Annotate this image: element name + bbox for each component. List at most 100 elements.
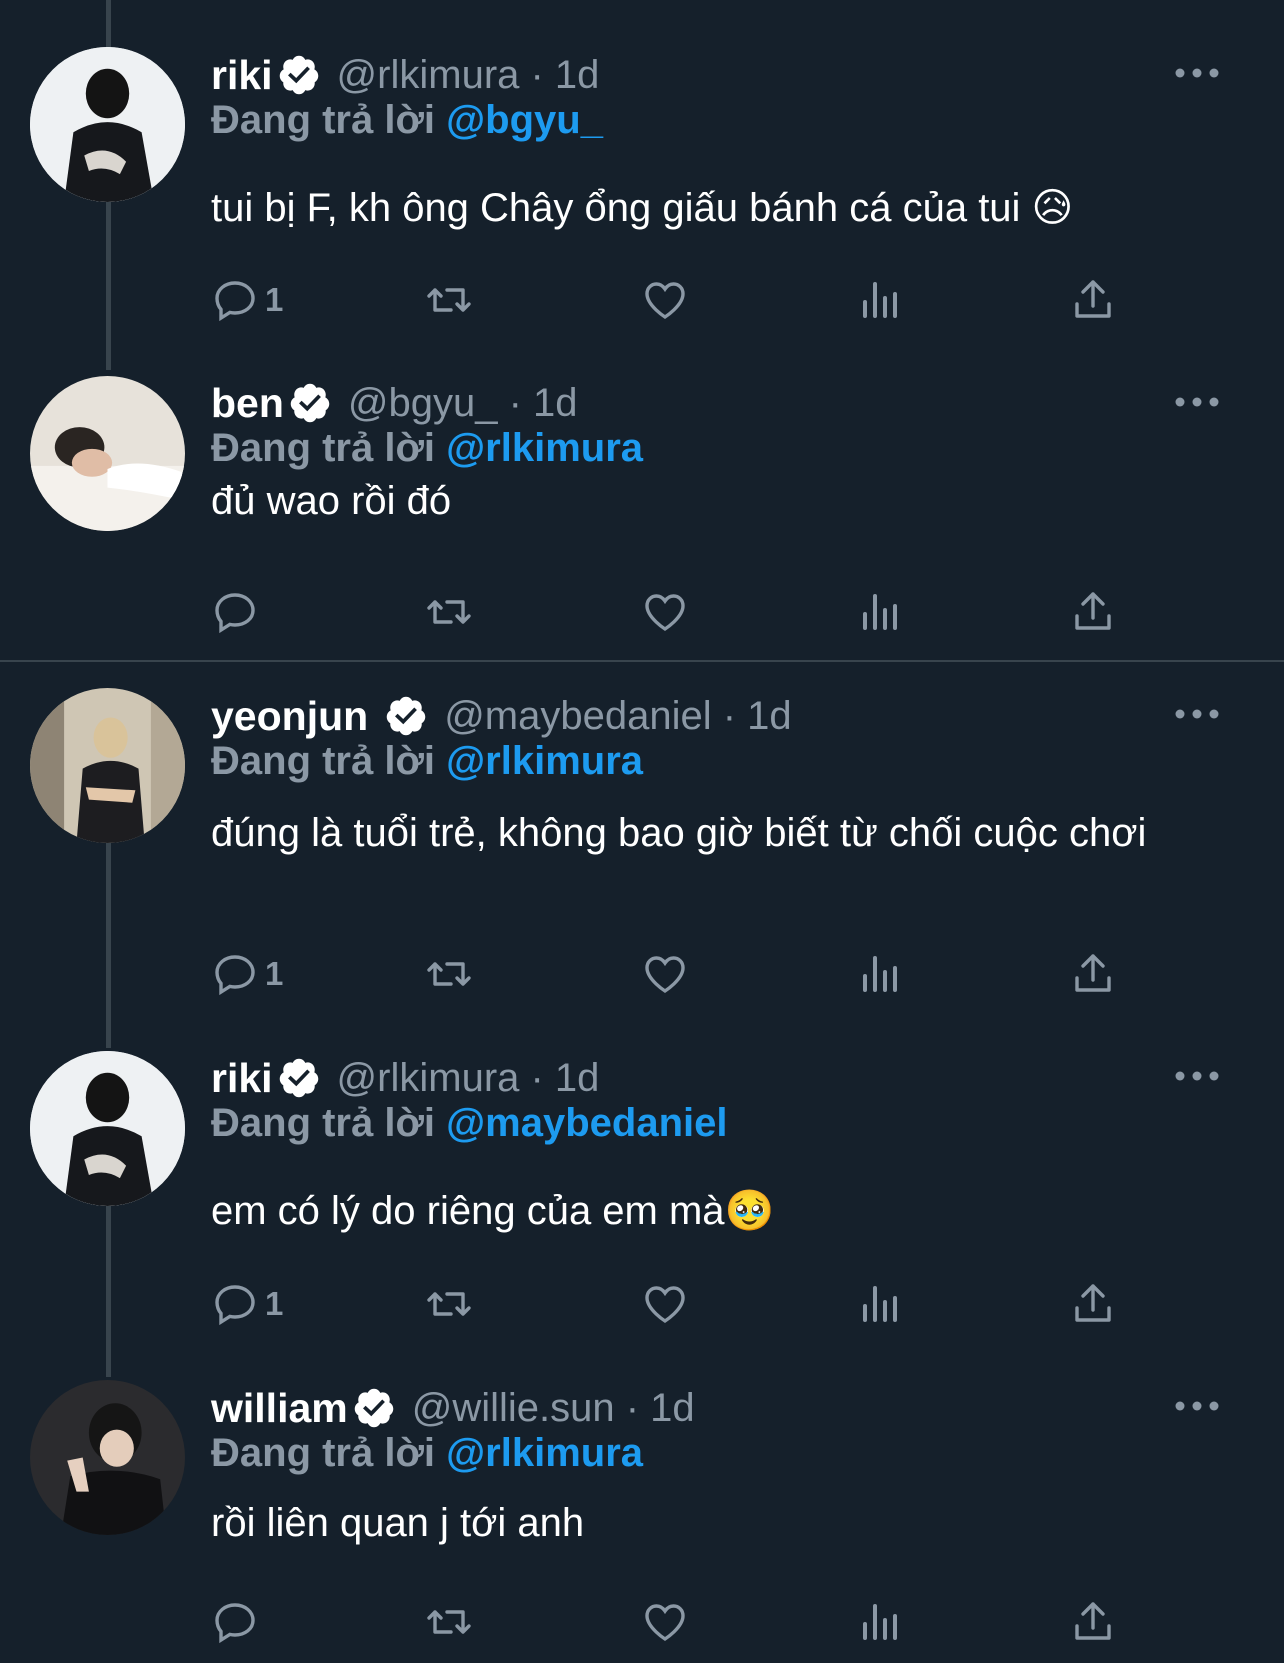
like-button[interactable] xyxy=(641,1592,689,1652)
handle-and-time[interactable]: @bgyu_ · 1d xyxy=(348,381,578,426)
analytics-button[interactable] xyxy=(855,582,903,642)
more-icon[interactable] xyxy=(1172,1066,1222,1086)
share-icon xyxy=(1075,280,1111,318)
tweet-text: em có lý do riêng của em mà🥹 xyxy=(211,1189,775,1233)
tweet[interactable]: riki @rlkimura · 1d Đang trả lời @bgyu_ … xyxy=(0,0,1284,345)
tweet-actions xyxy=(211,582,1111,642)
like-icon xyxy=(645,594,685,632)
avatar[interactable] xyxy=(30,1051,185,1206)
analytics-icon xyxy=(863,282,897,318)
share-button[interactable] xyxy=(1069,1274,1117,1334)
analytics-button[interactable] xyxy=(855,270,903,330)
reply-mention-link[interactable]: @maybedaniel xyxy=(446,1101,727,1145)
reply-icon xyxy=(215,1603,255,1644)
tweet-text: rồi liên quan j tới anh xyxy=(211,1501,585,1545)
share-icon xyxy=(1075,1284,1111,1322)
handle-and-time[interactable]: @rlkimura · 1d xyxy=(337,53,600,98)
reply-button[interactable]: 1 xyxy=(211,944,283,1004)
reply-icon xyxy=(215,955,255,996)
analytics-icon xyxy=(863,594,897,630)
display-name[interactable]: ben xyxy=(211,380,284,427)
like-icon xyxy=(645,1286,685,1324)
avatar[interactable] xyxy=(30,47,185,202)
verified-badge-icon xyxy=(290,383,330,423)
reply-prefix: Đang trả lời xyxy=(211,1101,436,1145)
like-icon xyxy=(645,282,685,320)
handle-and-time[interactable]: @rlkimura · 1d xyxy=(337,1056,600,1101)
tweet-actions: 1 xyxy=(211,1274,1111,1334)
share-icon xyxy=(1075,954,1111,992)
retweet-icon xyxy=(427,288,471,312)
retweet-button[interactable] xyxy=(425,270,473,330)
reply-button[interactable]: 1 xyxy=(211,1274,283,1334)
yeonjun-avatar-image xyxy=(30,688,185,843)
riki-avatar-image xyxy=(30,1051,185,1206)
display-name[interactable]: yeonjun xyxy=(211,693,368,740)
share-button[interactable] xyxy=(1069,582,1117,642)
display-name[interactable]: riki xyxy=(211,52,273,99)
replying-to: Đang trả lời @rlkimura xyxy=(211,739,643,784)
reply-count: 1 xyxy=(265,1285,284,1322)
more-icon[interactable] xyxy=(1172,392,1222,412)
tweet[interactable]: william @willie.sun · 1d Đang trả lời @r… xyxy=(0,1352,1284,1663)
reply-prefix: Đang trả lời xyxy=(211,739,436,783)
verified-badge-icon xyxy=(279,55,318,95)
tweet[interactable]: ben @bgyu_ · 1d Đang trả lời @rlkimura đ… xyxy=(0,330,1284,660)
reply-button[interactable] xyxy=(211,582,265,642)
replying-to: Đang trả lời @rlkimura xyxy=(211,426,643,471)
handle-and-time[interactable]: @willie.sun · 1d xyxy=(412,1386,695,1431)
more-icon[interactable] xyxy=(1172,704,1222,724)
reply-mention-link[interactable]: @bgyu_ xyxy=(446,98,603,142)
more-icon[interactable] xyxy=(1172,63,1222,83)
like-icon xyxy=(645,956,685,994)
retweet-button[interactable] xyxy=(425,1592,473,1652)
analytics-button[interactable] xyxy=(855,1274,903,1334)
reply-prefix: Đang trả lời xyxy=(211,98,436,142)
retweet-icon xyxy=(427,1610,471,1634)
tweet[interactable]: riki @rlkimura · 1d Đang trả lời @maybed… xyxy=(0,1022,1284,1352)
tweet[interactable]: yeonjun @maybedaniel · 1d Đang trả lời @… xyxy=(0,662,1284,1022)
analytics-icon xyxy=(863,956,897,992)
analytics-button[interactable] xyxy=(855,944,903,1004)
retweet-icon xyxy=(427,600,471,624)
william-avatar-image xyxy=(30,1380,185,1535)
reply-count: 1 xyxy=(265,281,284,318)
share-button[interactable] xyxy=(1069,270,1117,330)
replying-to: Đang trả lời @maybedaniel xyxy=(211,1101,727,1146)
reply-mention-link[interactable]: @rlkimura xyxy=(446,1431,643,1475)
verified-badge-icon xyxy=(386,696,426,736)
replying-to: Đang trả lời @bgyu_ xyxy=(211,98,603,143)
ben-avatar-image xyxy=(30,376,185,531)
reply-icon xyxy=(215,1285,255,1326)
like-icon xyxy=(645,1604,685,1642)
handle-and-time[interactable]: @maybedaniel · 1d xyxy=(444,694,791,739)
share-icon xyxy=(1075,1602,1111,1640)
share-icon xyxy=(1075,592,1111,630)
more-icon[interactable] xyxy=(1172,1396,1222,1416)
display-name[interactable]: riki xyxy=(211,1055,273,1102)
reply-mention-link[interactable]: @rlkimura xyxy=(446,739,643,783)
analytics-button[interactable] xyxy=(855,1592,903,1652)
reply-button[interactable]: 1 xyxy=(211,270,283,330)
reply-prefix: Đang trả lời xyxy=(211,426,436,470)
display-name[interactable]: william xyxy=(211,1385,348,1432)
like-button[interactable] xyxy=(641,1274,689,1334)
share-button[interactable] xyxy=(1069,1592,1117,1652)
reply-prefix: Đang trả lời xyxy=(211,1431,436,1475)
tweet-actions: 1 xyxy=(211,270,1111,330)
avatar[interactable] xyxy=(30,688,185,843)
like-button[interactable] xyxy=(641,270,689,330)
like-button[interactable] xyxy=(641,582,689,642)
reply-mention-link[interactable]: @rlkimura xyxy=(446,426,643,470)
retweet-icon xyxy=(427,1292,471,1316)
avatar[interactable] xyxy=(30,376,185,531)
avatar[interactable] xyxy=(30,1380,185,1535)
reply-icon xyxy=(215,281,255,322)
reply-button[interactable] xyxy=(211,1592,265,1652)
like-button[interactable] xyxy=(641,944,689,1004)
tweet-actions xyxy=(211,1592,1111,1652)
retweet-button[interactable] xyxy=(425,1274,473,1334)
retweet-button[interactable] xyxy=(425,582,473,642)
share-button[interactable] xyxy=(1069,944,1117,1004)
retweet-button[interactable] xyxy=(425,944,473,1004)
